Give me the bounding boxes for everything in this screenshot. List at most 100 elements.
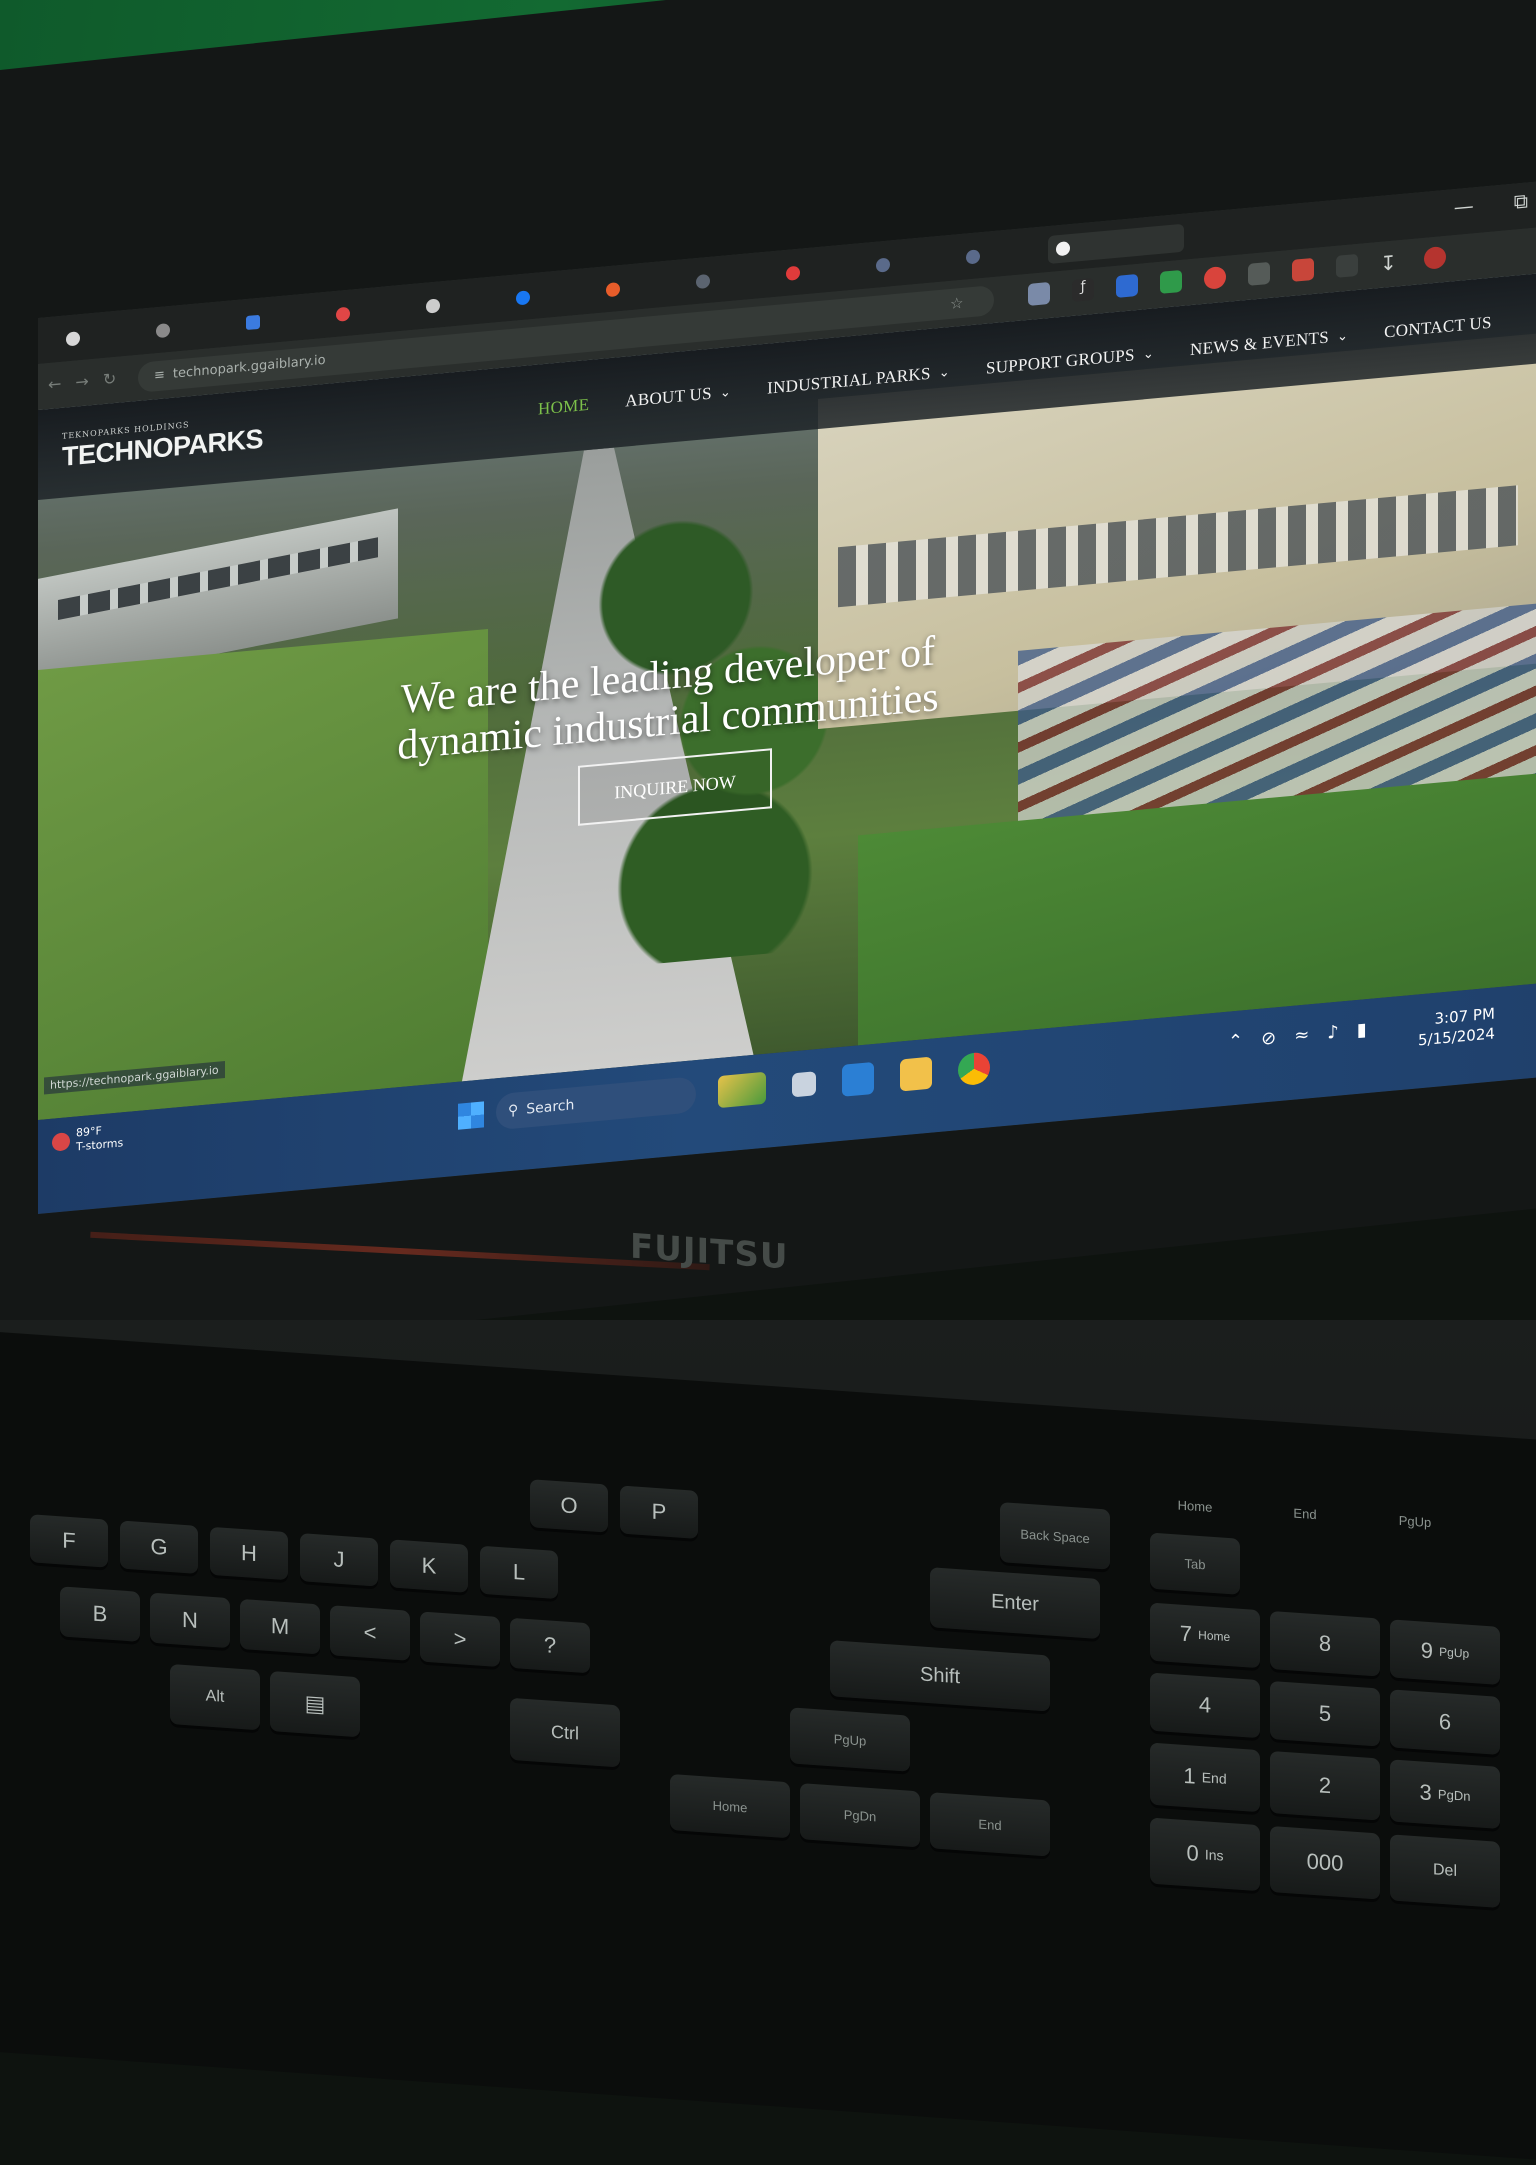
taskbar-search[interactable]: ⚲ Search [496,1076,696,1131]
browser-tab[interactable] [688,262,764,297]
numpad-5[interactable]: 5 [1270,1680,1380,1747]
minimize-button[interactable]: — [1454,193,1474,219]
extension-icon[interactable] [1160,269,1182,294]
key-enter[interactable]: Enter [930,1567,1100,1640]
key-sub-label: PgDn [1437,1786,1471,1804]
task-view-icon[interactable] [792,1071,816,1098]
vscode-icon[interactable] [842,1061,874,1097]
key-home-top[interactable]: Home [1150,1483,1240,1529]
key-pgup-top[interactable]: PgUp [1370,1498,1460,1544]
notifications-off-icon[interactable]: ⊘ [1261,1027,1276,1049]
key-slash[interactable]: ? [510,1617,590,1674]
key-backspace[interactable]: Back Space [1000,1502,1110,1570]
key-g[interactable]: G [120,1520,198,1574]
chevron-down-icon: ⌄ [1336,328,1349,345]
numpad-3[interactable]: 3 PgDn [1390,1759,1500,1829]
key-ctrl[interactable]: Ctrl [510,1697,620,1768]
key-pgup[interactable]: PgUp [790,1707,910,1772]
browser-tab-active[interactable] [1048,223,1184,265]
key-end-top[interactable]: End [1260,1490,1350,1536]
numpad-000[interactable]: 000 [1270,1825,1380,1900]
extension-icon[interactable] [1248,261,1270,286]
browser-tab[interactable] [778,254,854,289]
reload-icon[interactable]: ↻ [103,368,130,389]
key-k[interactable]: K [390,1539,468,1593]
taskbar-clock[interactable]: 3:07 PM 5/15/2024 [1418,1003,1495,1050]
key-m[interactable]: M [240,1598,320,1655]
nav-about-us[interactable]: ABOUT US ⌄ [625,382,731,412]
key-end[interactable]: End [930,1792,1050,1857]
numpad-8[interactable]: 8 [1270,1610,1380,1677]
browser-tab[interactable] [868,246,944,281]
browser-tab[interactable] [958,237,1034,272]
numpad-9[interactable]: 9 PgUp [1390,1619,1500,1685]
file-explorer-icon[interactable] [900,1056,932,1092]
bookmark-star-icon[interactable]: ☆ [950,294,963,313]
tab-favicon [966,249,980,265]
key-n[interactable]: N [150,1592,230,1649]
system-tray: ⌃ ⊘ ≈ ♪ ▮ [1228,1019,1367,1053]
function-icon[interactable]: ƒ [1072,277,1094,302]
key-shift[interactable]: Shift [830,1640,1050,1712]
extension-icon[interactable] [1028,281,1050,306]
numpad-del[interactable]: Del [1390,1834,1500,1908]
chrome-icon[interactable] [958,1051,990,1087]
extension-icon[interactable] [1292,257,1314,282]
numpad-6[interactable]: 6 [1390,1689,1500,1755]
battery-icon[interactable]: ▮ [1357,1019,1367,1041]
weather-widget[interactable]: 89°F T-storms [52,1122,123,1156]
tab-favicon [336,306,350,322]
download-icon[interactable]: ↧ [1380,250,1402,276]
numpad-4[interactable]: 4 [1150,1672,1260,1739]
key-pgdn[interactable]: PgDn [800,1783,920,1848]
nav-news-events[interactable]: NEWS & EVENTS ⌄ [1190,326,1348,360]
chevron-down-icon: ⌄ [1142,345,1155,362]
key-home[interactable]: Home [670,1773,790,1839]
nav-support-groups[interactable]: SUPPORT GROUPS ⌄ [986,343,1154,378]
browser-tab[interactable] [58,319,134,354]
profile-avatar[interactable] [1424,245,1446,270]
key-o[interactable]: O [530,1479,608,1533]
browser-tab[interactable] [148,311,224,346]
numpad-1[interactable]: 1 End [1150,1742,1260,1813]
nav-home[interactable]: HOME [538,395,589,420]
key-p[interactable]: P [620,1485,698,1539]
nav-industrial-parks[interactable]: INDUSTRIAL PARKS ⌄ [767,362,950,399]
extension-icon[interactable] [1116,273,1138,298]
key-alt[interactable]: Alt [170,1663,260,1731]
restore-button[interactable]: ⧉ [1514,188,1528,213]
numpad-0[interactable]: 0 Ins [1150,1817,1260,1892]
key-f[interactable]: F [30,1514,108,1568]
key-h[interactable]: H [210,1526,288,1581]
forward-icon[interactable]: → [75,370,102,391]
browser-tab[interactable] [328,295,404,330]
numpad-7[interactable]: 7 Home [1150,1602,1260,1669]
volume-icon[interactable]: ♪ [1327,1022,1339,1044]
key-b[interactable]: B [60,1586,140,1642]
browser-tab[interactable] [238,303,314,338]
key-comma[interactable]: < [330,1605,410,1661]
nav-contact-us[interactable]: CONTACT US [1384,313,1492,343]
browser-tab[interactable] [508,278,584,313]
tab-favicon [66,331,80,347]
browser-tab[interactable] [418,287,494,322]
wifi-icon[interactable]: ≈ [1294,1024,1309,1046]
browser-tab[interactable] [598,270,674,305]
key-l[interactable]: L [480,1545,558,1600]
extensions-puzzle-icon[interactable] [1336,253,1358,278]
widgets-icon[interactable] [718,1071,766,1109]
windows-start-icon[interactable] [458,1101,484,1130]
extension-icon[interactable] [1204,265,1226,290]
back-icon[interactable]: ← [48,373,75,394]
numpad-2[interactable]: 2 [1270,1750,1380,1821]
key-tab[interactable]: Tab [1150,1532,1240,1595]
site-info-icon[interactable]: ≡ [154,367,165,383]
key-period[interactable]: > [420,1611,500,1668]
search-icon: ⚲ [508,1102,519,1120]
nav-label: HOME [538,394,590,419]
weather-condition: T-storms [76,1136,124,1154]
chevron-down-icon: ⌄ [719,384,732,401]
chevron-up-icon[interactable]: ⌃ [1228,1030,1243,1052]
key-menu[interactable]: ▤ [270,1670,360,1738]
key-j[interactable]: J [300,1533,378,1587]
